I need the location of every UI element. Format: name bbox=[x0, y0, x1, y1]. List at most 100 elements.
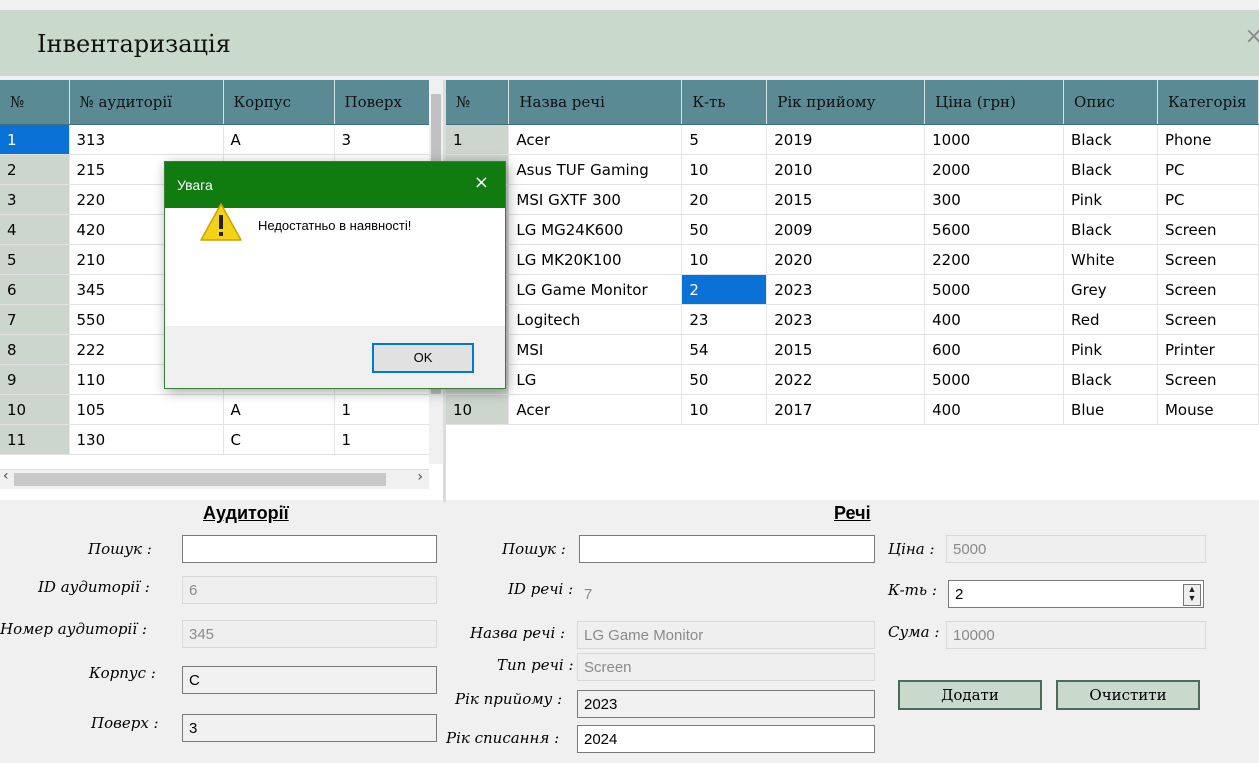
cell[interactable]: PC bbox=[1157, 154, 1259, 185]
row-index[interactable]: 11 bbox=[0, 424, 70, 455]
year-in-field[interactable]: 2023 bbox=[577, 690, 875, 718]
cell[interactable]: 2023 bbox=[766, 304, 926, 335]
cell[interactable]: 2019 bbox=[766, 124, 926, 155]
cell[interactable]: 300 bbox=[924, 184, 1065, 215]
table-row[interactable]: Logitech 23 2023 400 Red Screen bbox=[446, 304, 1259, 335]
cell[interactable]: Asus TUF Gaming bbox=[508, 154, 683, 185]
items-col-desc[interactable]: Опис bbox=[1063, 80, 1158, 125]
cell[interactable]: 400 bbox=[924, 304, 1065, 335]
building-field[interactable]: C bbox=[182, 666, 437, 694]
items-col-num[interactable]: № bbox=[446, 80, 510, 125]
cell[interactable]: LG MG24K600 bbox=[508, 214, 683, 245]
cell[interactable]: Phone bbox=[1157, 124, 1259, 155]
cell[interactable]: A bbox=[223, 394, 335, 425]
item-name-field[interactable]: LG Game Monitor bbox=[577, 621, 875, 649]
cell[interactable]: 2023 bbox=[766, 274, 926, 305]
cell[interactable]: Mouse bbox=[1157, 394, 1259, 425]
spinner-arrows-icon[interactable]: ▲ ▼ bbox=[1183, 584, 1201, 606]
cell[interactable]: 313 bbox=[69, 124, 224, 155]
ok-button[interactable]: OK bbox=[372, 343, 474, 373]
table-row[interactable]: 10 Acer 10 2017 400 Blue Mouse bbox=[446, 394, 1259, 425]
cell[interactable]: Pink bbox=[1063, 334, 1158, 365]
cell[interactable]: Logitech bbox=[508, 304, 683, 335]
cell[interactable]: LG MK20K100 bbox=[508, 244, 683, 275]
table-row[interactable]: LG MG24K600 50 2009 5600 Black Screen bbox=[446, 214, 1259, 245]
cell[interactable]: White bbox=[1063, 244, 1158, 275]
scroll-right-icon[interactable]: › bbox=[417, 469, 423, 485]
cell[interactable]: 5000 bbox=[924, 364, 1065, 395]
year-out-field[interactable]: 2024 bbox=[577, 725, 875, 753]
price-field[interactable]: 5000 bbox=[946, 535, 1206, 563]
items-col-name[interactable]: Назва речі bbox=[508, 80, 683, 125]
table-row[interactable]: MSI 54 2015 600 Pink Printer bbox=[446, 334, 1259, 365]
cell[interactable]: LG bbox=[508, 364, 683, 395]
cell[interactable]: 2009 bbox=[766, 214, 926, 245]
cell[interactable]: 10 bbox=[681, 154, 768, 185]
cell[interactable]: 5600 bbox=[924, 214, 1065, 245]
table-row[interactable]: LG MK20K100 10 2020 2200 White Screen bbox=[446, 244, 1259, 275]
row-index[interactable]: 8 bbox=[0, 334, 70, 365]
cell[interactable]: Screen bbox=[1157, 304, 1259, 335]
cell[interactable]: PC bbox=[1157, 184, 1259, 215]
row-index[interactable]: 5 bbox=[0, 244, 70, 275]
clear-button[interactable]: Очистити bbox=[1056, 680, 1200, 710]
row-index[interactable]: 2 bbox=[0, 154, 70, 185]
add-button[interactable]: Додати bbox=[898, 680, 1042, 710]
cell[interactable]: Screen bbox=[1157, 244, 1259, 275]
table-row[interactable]: 10 105 A 1 bbox=[0, 394, 430, 425]
cell[interactable]: Grey bbox=[1063, 274, 1158, 305]
items-search-input[interactable] bbox=[579, 535, 875, 563]
scroll-thumb[interactable] bbox=[14, 473, 386, 486]
room-id-field[interactable]: 6 bbox=[182, 576, 437, 604]
cell[interactable]: 130 bbox=[69, 424, 224, 455]
floor-field[interactable]: 3 bbox=[182, 714, 437, 742]
cell[interactable]: 23 bbox=[681, 304, 768, 335]
cell[interactable]: Black bbox=[1063, 154, 1158, 185]
rooms-col-room[interactable]: № аудиторії bbox=[69, 80, 224, 125]
cell[interactable]: Screen bbox=[1157, 214, 1259, 245]
cell[interactable]: MSI GXTF 300 bbox=[508, 184, 683, 215]
close-icon[interactable]: × bbox=[474, 172, 489, 193]
cell[interactable]: Acer bbox=[508, 124, 683, 155]
cell[interactable]: 50 bbox=[681, 364, 768, 395]
scroll-left-icon[interactable]: ‹ bbox=[3, 468, 9, 484]
table-row[interactable]: Asus TUF Gaming 10 2010 2000 Black PC bbox=[446, 154, 1259, 185]
cell[interactable]: MSI bbox=[508, 334, 683, 365]
table-row[interactable]: 1 313 A 3 bbox=[0, 124, 430, 155]
cell[interactable]: 50 bbox=[681, 214, 768, 245]
cell[interactable]: 3 bbox=[334, 124, 430, 155]
cell[interactable]: 105 bbox=[69, 394, 224, 425]
row-index[interactable]: 7 bbox=[0, 304, 70, 335]
table-row[interactable]: 9LG5020225000BlackScreen bbox=[446, 364, 1259, 395]
cell[interactable]: C bbox=[223, 424, 335, 455]
cell[interactable]: 2017 bbox=[766, 394, 926, 425]
cell[interactable]: 2000 bbox=[924, 154, 1065, 185]
cell[interactable]: 54 bbox=[681, 334, 768, 365]
cell[interactable]: 2022 bbox=[766, 364, 926, 395]
cell[interactable]: Black bbox=[1063, 214, 1158, 245]
cell[interactable]: 2015 bbox=[766, 184, 926, 215]
items-col-price[interactable]: Ціна (грн) bbox=[924, 80, 1065, 125]
cell[interactable]: Printer bbox=[1157, 334, 1259, 365]
cell[interactable]: 2 bbox=[681, 274, 768, 305]
row-index[interactable]: 6 bbox=[0, 274, 70, 305]
row-index[interactable]: 10 bbox=[0, 394, 70, 425]
cell[interactable]: 600 bbox=[924, 334, 1065, 365]
cell[interactable]: Pink bbox=[1063, 184, 1158, 215]
cell[interactable]: Acer bbox=[508, 394, 683, 425]
cell[interactable]: Blue bbox=[1063, 394, 1158, 425]
items-grid[interactable]: № Назва речі К-ть Рік прийому Ціна (грн)… bbox=[446, 80, 1259, 500]
row-index[interactable]: 4 bbox=[0, 214, 70, 245]
cell[interactable]: A bbox=[223, 124, 335, 155]
cell[interactable]: 2015 bbox=[766, 334, 926, 365]
row-index[interactable]: 1 bbox=[446, 124, 510, 155]
cell[interactable]: 10 bbox=[681, 244, 768, 275]
rooms-horizontal-scrollbar[interactable]: ‹ › bbox=[0, 468, 429, 489]
rooms-col-num[interactable]: № bbox=[0, 80, 70, 125]
row-index[interactable]: 1 bbox=[0, 124, 70, 155]
room-number-field[interactable]: 345 bbox=[182, 620, 437, 648]
cell[interactable]: Screen bbox=[1157, 364, 1259, 395]
cell[interactable]: 20 bbox=[681, 184, 768, 215]
row-index[interactable]: 10 bbox=[446, 394, 510, 425]
table-row[interactable]: MSI GXTF 300 20 2015 300 Pink PC bbox=[446, 184, 1259, 215]
